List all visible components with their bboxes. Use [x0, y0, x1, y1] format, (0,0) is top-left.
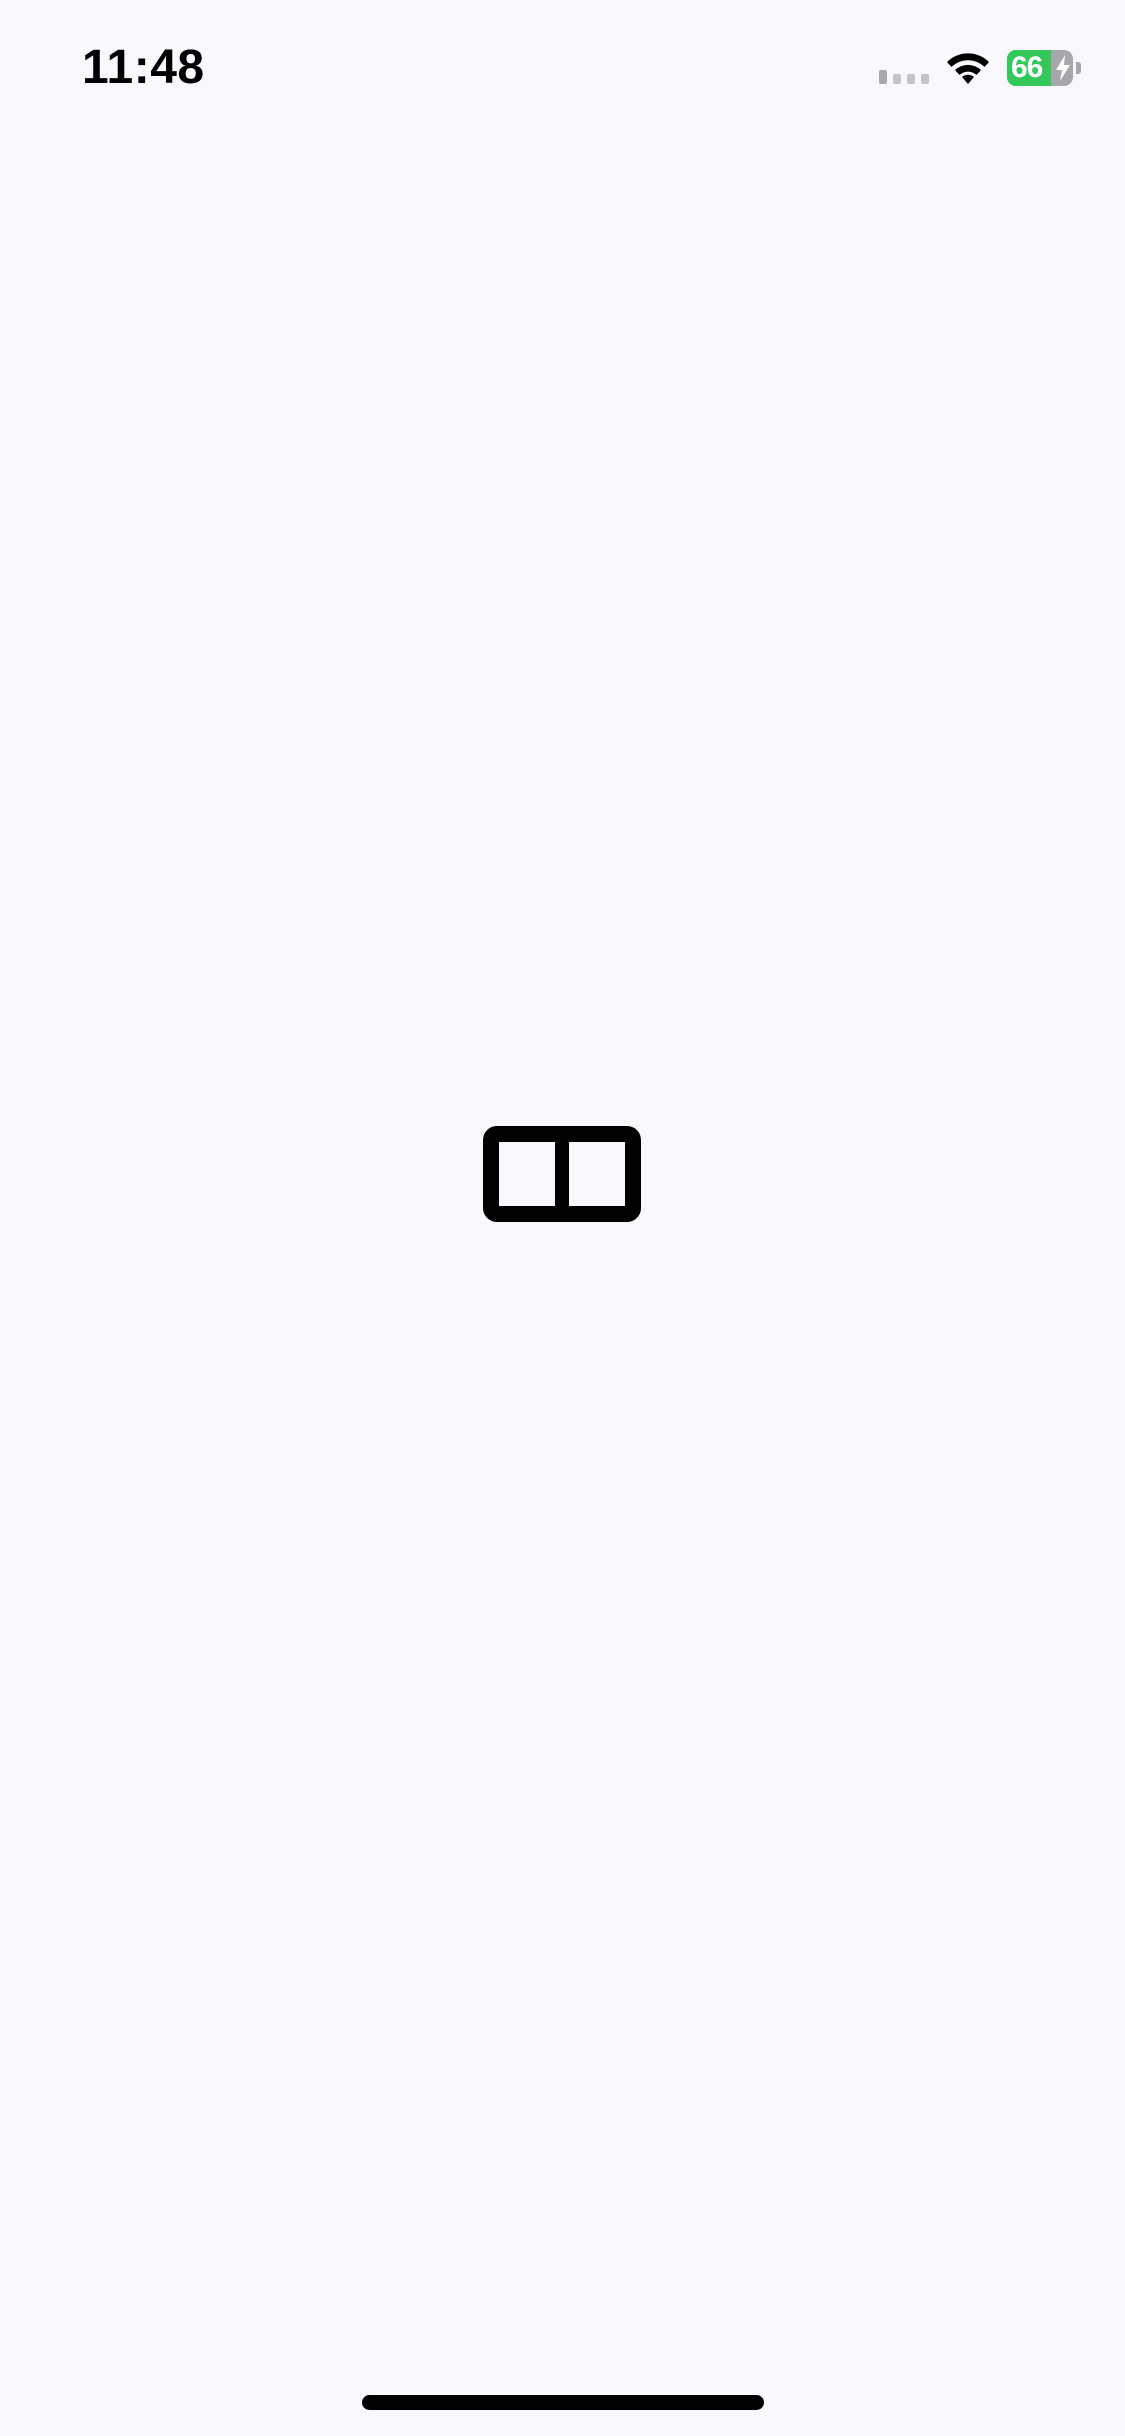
- home-indicator[interactable]: [362, 2395, 764, 2410]
- split-view-icon: [483, 1126, 641, 1222]
- status-indicators: 66: [879, 46, 1081, 90]
- battery-body: 66: [1007, 50, 1073, 86]
- battery-cap: [1076, 62, 1081, 74]
- bolt-icon: [1056, 55, 1070, 81]
- battery-icon: 66: [1007, 50, 1081, 86]
- battery-percent: 66: [1011, 51, 1043, 84]
- status-time: 11:48: [82, 41, 205, 94]
- status-bar: 11:48 66: [0, 0, 1125, 140]
- cellular-signal-icon: [879, 66, 929, 84]
- app-screen: 11:48 66: [0, 0, 1125, 2436]
- wifi-icon: [947, 53, 989, 84]
